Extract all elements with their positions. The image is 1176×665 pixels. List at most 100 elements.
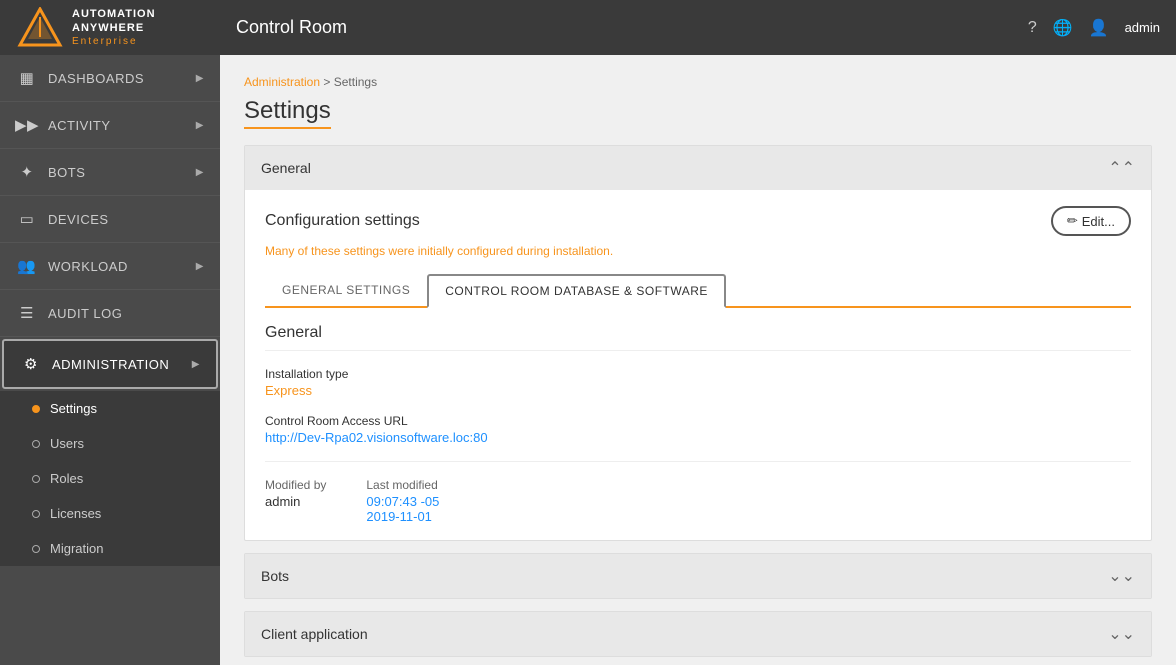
edit-button[interactable]: ✏ Edit... <box>1051 206 1131 236</box>
logo-line1: AUTOMATION <box>72 7 156 21</box>
sidebar-item-devices[interactable]: ▭ DEVICES <box>0 196 220 243</box>
meta-last-modified: Last modified 09:07:43 -05 2019-11-01 <box>366 478 439 524</box>
sidebar-item-label: DASHBOARDS <box>48 71 144 86</box>
sidebar-sub-label-roles: Roles <box>50 471 83 486</box>
sidebar-item-audit-log[interactable]: ☰ AUDIT LOG <box>0 290 220 337</box>
help-icon[interactable]: ? <box>1028 19 1037 37</box>
roles-circle <box>32 475 40 483</box>
bots-arrow: ▶ <box>196 167 204 178</box>
top-header: AUTOMATION ANYWHERE Enterprise Control R… <box>0 0 1176 55</box>
dashboards-icon: ▦ <box>16 69 38 87</box>
content-area: Administration > Settings Settings Gener… <box>220 55 1176 665</box>
client-section: Client application ⌄⌄ <box>244 611 1152 657</box>
general-section: General ⌃⌃ Configuration settings ✏ Edit… <box>244 145 1152 541</box>
users-circle <box>32 440 40 448</box>
logo-line2: ANYWHERE <box>72 21 156 35</box>
sidebar-sub-item-settings[interactable]: Settings <box>0 391 220 426</box>
sidebar: ▦ DASHBOARDS ▶ ▶▶ ACTIVITY ▶ ✦ BOTS ▶ ▭ … <box>0 55 220 665</box>
bots-section-title: Bots <box>261 568 289 584</box>
audit-log-icon: ☰ <box>16 304 38 322</box>
content-inner: Administration > Settings Settings Gener… <box>220 55 1176 665</box>
sidebar-sub-label-licenses: Licenses <box>50 506 101 521</box>
last-modified-label: Last modified <box>366 478 439 492</box>
general-subsection-title: General <box>265 324 1131 351</box>
activity-arrow: ▶ <box>196 120 204 131</box>
sidebar-sub-item-licenses[interactable]: Licenses <box>0 496 220 531</box>
administration-arrow: ▶ <box>192 359 200 370</box>
sidebar-sub-label-migration: Migration <box>50 541 103 556</box>
logo-text: AUTOMATION ANYWHERE Enterprise <box>72 7 156 49</box>
bots-section: Bots ⌄⌄ <box>244 553 1152 599</box>
client-section-title: Client application <box>261 626 368 642</box>
bots-section-header[interactable]: Bots ⌄⌄ <box>245 554 1151 598</box>
meta-modified-by: Modified by admin <box>265 478 326 524</box>
config-tabs: GENERAL SETTINGS CONTROL ROOM DATABASE &… <box>265 274 1131 308</box>
sidebar-item-label: WORKLOAD <box>48 259 128 274</box>
tab-control-room-db[interactable]: CONTROL ROOM DATABASE & SOFTWARE <box>427 274 726 308</box>
page-title: Settings <box>244 97 331 129</box>
activity-icon: ▶▶ <box>16 116 38 134</box>
general-section-chevron: ⌃⌃ <box>1108 158 1135 178</box>
admin-subnav: Settings Users Roles Licenses Migration <box>0 391 220 566</box>
user-icon[interactable]: 👤 <box>1089 18 1109 38</box>
sidebar-item-activity[interactable]: ▶▶ ACTIVITY ▶ <box>0 102 220 149</box>
sidebar-sub-item-migration[interactable]: Migration <box>0 531 220 566</box>
client-section-chevron: ⌄⌄ <box>1108 624 1135 644</box>
last-modified-time: 09:07:43 -05 <box>366 494 439 509</box>
control-room-url-label: Control Room Access URL <box>265 414 1131 428</box>
sidebar-item-label: ADMINISTRATION <box>52 357 169 372</box>
field-installation-type: Installation type Express <box>265 367 1131 398</box>
client-section-header[interactable]: Client application ⌄⌄ <box>245 612 1151 656</box>
meta-row: Modified by admin Last modified 09:07:43… <box>265 461 1131 524</box>
installation-type-value: Express <box>265 383 1131 398</box>
config-header: Configuration settings ✏ Edit... <box>265 206 1131 236</box>
licenses-circle <box>32 510 40 518</box>
settings-dot <box>32 405 40 413</box>
control-room-url-value: http://Dev-Rpa02.visionsoftware.loc:80 <box>265 430 1131 445</box>
edit-button-label: Edit... <box>1082 214 1115 229</box>
workload-icon: 👥 <box>16 257 38 275</box>
sidebar-item-label: DEVICES <box>48 212 109 227</box>
sidebar-sub-item-users[interactable]: Users <box>0 426 220 461</box>
username: admin <box>1125 20 1160 35</box>
tab-general-settings[interactable]: GENERAL SETTINGS <box>265 274 427 306</box>
app-title: Control Room <box>236 17 1028 38</box>
breadcrumb-current: Settings <box>334 75 377 89</box>
breadcrumb-parent[interactable]: Administration <box>244 75 320 89</box>
config-subtitle: Many of these settings were initially co… <box>265 244 1131 258</box>
general-section-body: Configuration settings ✏ Edit... Many of… <box>245 190 1151 540</box>
devices-icon: ▭ <box>16 210 38 228</box>
main-layout: ▦ DASHBOARDS ▶ ▶▶ ACTIVITY ▶ ✦ BOTS ▶ ▭ … <box>0 55 1176 665</box>
administration-icon: ⚙ <box>20 355 42 373</box>
sidebar-item-bots[interactable]: ✦ BOTS ▶ <box>0 149 220 196</box>
sidebar-item-workload[interactable]: 👥 WORKLOAD ▶ <box>0 243 220 290</box>
field-control-room-url: Control Room Access URL http://Dev-Rpa02… <box>265 414 1131 445</box>
bots-icon: ✦ <box>16 163 38 181</box>
header-icons: ? 🌐 👤 admin <box>1028 18 1160 38</box>
modified-by-value: admin <box>265 494 326 509</box>
sidebar-sub-label-users: Users <box>50 436 84 451</box>
sidebar-sub-label-settings: Settings <box>50 401 97 416</box>
sidebar-item-label: ACTIVITY <box>48 118 111 133</box>
dashboards-arrow: ▶ <box>196 73 204 84</box>
last-modified-date: 2019-11-01 <box>366 509 439 524</box>
logo-enterprise: Enterprise <box>72 35 156 48</box>
sidebar-item-label: BOTS <box>48 165 85 180</box>
installation-type-label: Installation type <box>265 367 1131 381</box>
breadcrumb-separator: > <box>323 75 330 89</box>
sidebar-item-label: AUDIT LOG <box>48 306 122 321</box>
sidebar-item-dashboards[interactable]: ▦ DASHBOARDS ▶ <box>0 55 220 102</box>
bots-section-chevron: ⌄⌄ <box>1108 566 1135 586</box>
sidebar-sub-item-roles[interactable]: Roles <box>0 461 220 496</box>
migration-circle <box>32 545 40 553</box>
logo-icon <box>16 7 64 49</box>
edit-pencil-icon: ✏ <box>1067 213 1078 229</box>
config-title: Configuration settings <box>265 212 420 230</box>
modified-by-label: Modified by <box>265 478 326 492</box>
general-section-header[interactable]: General ⌃⌃ <box>245 146 1151 190</box>
general-section-title: General <box>261 160 311 176</box>
sidebar-item-administration[interactable]: ⚙ ADMINISTRATION ▶ <box>2 339 218 389</box>
globe-icon[interactable]: 🌐 <box>1053 18 1073 38</box>
logo-area: AUTOMATION ANYWHERE Enterprise <box>16 7 236 49</box>
breadcrumb: Administration > Settings <box>244 75 1152 89</box>
